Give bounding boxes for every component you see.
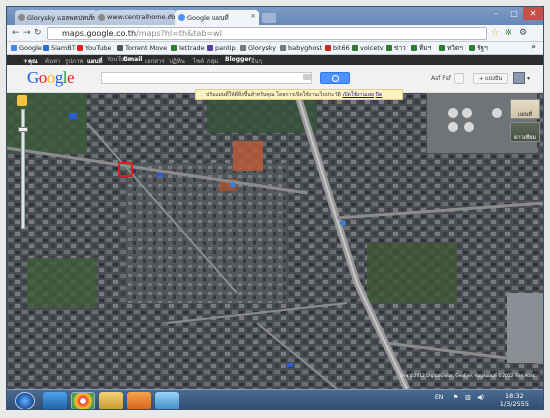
tray-volume-icon[interactable]: ◀) — [477, 394, 484, 401]
bookmark-state[interactable]: รัฐฯ — [469, 44, 488, 53]
tray-flag-icon[interactable]: ⚑ — [453, 394, 458, 401]
back-icon[interactable]: ← — [12, 28, 20, 38]
tab-google-maps[interactable]: Google แผนที่ × — [175, 10, 259, 26]
tab-label: Glorysky แอลพคปทบท ไปล — [27, 14, 97, 22]
close-tab-icon[interactable]: × — [88, 12, 94, 20]
forward-icon[interactable]: → — [23, 28, 31, 38]
clock-time: 18:32 — [505, 392, 524, 400]
clock-date: 1/3/2555 — [499, 400, 529, 408]
lettrade-icon — [171, 45, 177, 51]
web-history-notice: ปรับแผนที่ให้ดียิ่งขึ้นสำหรับคุณ โดยการเ… — [195, 89, 403, 100]
bookmark-pantip[interactable]: pantip — [207, 44, 236, 53]
chevron-down-icon[interactable]: ▾ — [527, 75, 530, 82]
pantip-icon — [207, 45, 213, 51]
bookmark-babyghost[interactable]: babyghost — [280, 44, 322, 53]
leaf-icon — [469, 45, 475, 51]
tab-label: www.centralhome.co.th — [107, 13, 177, 21]
globe-icon — [280, 45, 286, 51]
bookmark-siambt[interactable]: SiamBT — [43, 44, 76, 53]
tab-favicon — [178, 14, 185, 21]
bookmark-voicetv[interactable]: voicetv — [352, 44, 384, 53]
taskbar-clock[interactable]: 18:32 1/3/2555 — [500, 392, 529, 408]
bookmark-youtube[interactable]: YouTube — [77, 44, 111, 53]
bookmark-team[interactable]: ทีมฯ — [411, 44, 431, 53]
user-name[interactable]: Asf Fsf — [431, 75, 451, 82]
bookmark-lettrade[interactable]: lettrade — [171, 44, 205, 53]
bookmarks-overflow-icon[interactable]: » — [531, 42, 536, 51]
minimize-button[interactable]: – — [487, 7, 505, 20]
leaf-icon — [386, 45, 392, 51]
start-button[interactable] — [15, 392, 35, 409]
avatar[interactable] — [513, 72, 525, 84]
pegman-icon[interactable] — [17, 95, 27, 106]
google-logo[interactable]: Google — [27, 68, 75, 88]
bookmark-glorysky[interactable]: Glorysky — [240, 44, 276, 53]
enable-history-link[interactable]: เปิดใช้งานเลย — [343, 92, 374, 98]
gbar-gmail[interactable]: Gmail — [123, 56, 142, 63]
map-type-map[interactable]: แผนที่ — [510, 99, 540, 119]
tab-centralhome[interactable]: www.centralhome.co.th × — [95, 10, 177, 25]
leaf-icon — [439, 45, 445, 51]
tab-label: Google แผนที่ — [187, 14, 229, 22]
gbar-blogger[interactable]: Blogger — [225, 56, 251, 63]
google-icon — [11, 45, 17, 51]
notice-text: ปรับแผนที่ให้ดียิ่งขึ้นสำหรับคุณ โดยการเ… — [206, 92, 341, 98]
settings-wrench-icon[interactable]: ⚙ — [519, 28, 527, 38]
map-type-satellite[interactable]: ดาวเทียม — [510, 122, 540, 142]
explorer-icon[interactable] — [99, 392, 123, 409]
close-tab-icon[interactable]: × — [168, 12, 174, 20]
new-tab-button[interactable] — [262, 13, 276, 23]
tab-favicon — [98, 14, 105, 21]
youtube-icon — [77, 45, 83, 51]
search-button[interactable] — [320, 72, 350, 84]
google-bar: +คุณ ค้นหา รูปภาพ แผนที่ YouTube Gmail เ… — [7, 55, 543, 65]
siambt-icon — [43, 45, 49, 51]
app-icon[interactable] — [155, 392, 179, 409]
globe-icon — [240, 45, 246, 51]
tab-favicon — [18, 14, 25, 21]
map-copyright: ภาพ ©2012 DigitalGlobe, GeoEye, ข้อมูลแผ… — [400, 374, 535, 379]
bookmark-google[interactable]: Google — [11, 44, 42, 53]
dismiss-notice-link[interactable]: ปิด — [376, 92, 383, 98]
bit66-icon — [325, 45, 331, 51]
satellite-map[interactable] — [7, 93, 543, 389]
close-tab-icon[interactable]: × — [250, 12, 256, 20]
url-host: maps.google.co.th — [62, 29, 137, 38]
bookmark-bit66[interactable]: bit66 — [325, 44, 350, 53]
url-path: /maps?hl=th&tab=wl — [136, 29, 222, 38]
bookmark-twit[interactable]: ทวิตฯ — [439, 44, 463, 53]
chrome-icon[interactable] — [71, 392, 95, 409]
browser-window: Glorysky แอลพคปทบท ไปล × www.centralhome… — [6, 6, 544, 410]
windows-taskbar: EN ⚑ ▥ ◀) 18:32 1/3/2555 — [7, 389, 543, 409]
leaf-icon — [411, 45, 417, 51]
leaf-icon — [352, 45, 358, 51]
media-player-icon[interactable] — [127, 392, 151, 409]
extension-icon[interactable]: ✲ — [505, 28, 512, 38]
maximize-button[interactable]: □ — [505, 7, 523, 20]
bookmark-torrent-move[interactable]: Torrent Move — [117, 44, 167, 53]
address-bar[interactable]: maps.google.co.th/maps?hl=th&tab=wl — [47, 27, 487, 40]
bookmarks-bar: Google SiamBT YouTube Torrent Move lettr… — [7, 42, 543, 55]
share-button[interactable]: + แบ่งปัน — [473, 73, 508, 84]
reload-icon[interactable]: ↻ — [34, 28, 42, 38]
torrent-icon — [117, 45, 123, 51]
tab-strip: Glorysky แอลพคปทบท ไปล × www.centralhome… — [7, 7, 543, 26]
close-window-button[interactable]: ✕ — [523, 7, 543, 20]
bookmark-news[interactable]: ข่าว — [386, 44, 406, 53]
language-indicator[interactable]: EN — [435, 394, 443, 401]
maps-search-input[interactable] — [101, 72, 312, 84]
browser-toolbar: ← → ↻ maps.google.co.th/maps?hl=th&tab=w… — [7, 25, 543, 42]
map-type-control: แผนที่ ดาวเทียม — [510, 99, 540, 147]
tray-network-icon[interactable]: ▥ — [465, 394, 471, 401]
tab-glorysky[interactable]: Glorysky แอลพคปทบท ไปล × — [15, 10, 97, 25]
zoom-slider-handle[interactable] — [18, 127, 28, 132]
keyboard-icon[interactable] — [303, 74, 311, 80]
bookmark-star-icon[interactable]: ☆ — [491, 28, 499, 38]
ie-icon[interactable] — [43, 392, 67, 409]
notifications-button[interactable] — [454, 73, 464, 84]
satellite-imagery — [7, 93, 543, 389]
